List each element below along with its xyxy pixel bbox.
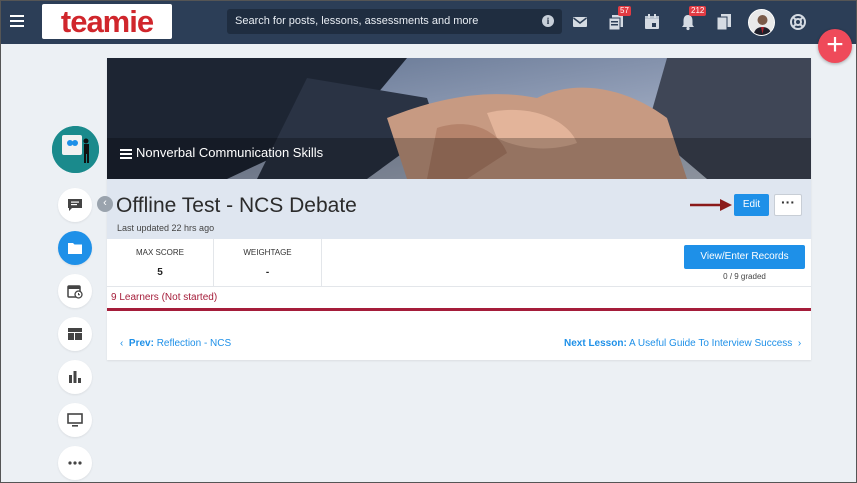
rail-presentation[interactable] — [58, 403, 92, 437]
monitor-icon — [67, 413, 83, 427]
assessment-header: Offline Test - NCS Debate Last updated 2… — [107, 179, 811, 239]
learners-status-text: 9 Learners (Not started) — [111, 292, 218, 303]
handshake-image — [107, 58, 811, 179]
next-lesson-link[interactable]: Next Lesson: A Useful Guide To Interview… — [564, 338, 801, 349]
help-icon[interactable] — [789, 13, 807, 31]
last-updated-text: Last updated 22 hrs ago — [117, 223, 215, 233]
course-banner: Nonverbal Communication Skills — [107, 58, 811, 179]
rail-more[interactable] — [58, 446, 92, 480]
rail-calendar[interactable] — [58, 274, 92, 308]
rail-materials[interactable] — [58, 231, 92, 265]
weightage-value: - — [265, 267, 270, 278]
learners-status-bar[interactable]: 9 Learners (Not started) — [107, 286, 811, 311]
teamie-logo[interactable]: teamie — [42, 4, 172, 39]
max-score-label: MAX SCORE — [135, 248, 184, 257]
rail-dashboard[interactable] — [58, 317, 92, 351]
max-score-stat: MAX SCORE 5 — [107, 239, 214, 286]
search-placeholder: Search for posts, lessons, assessments a… — [235, 15, 479, 27]
course-title-text: Nonverbal Communication Skills — [136, 145, 324, 160]
view-enter-records-button[interactable]: View/Enter Records — [684, 245, 805, 269]
pointer-arrow-icon — [690, 199, 732, 211]
chat-icon — [68, 199, 82, 211]
collapse-sidebar-icon[interactable]: ‹ — [97, 196, 113, 212]
files-icon[interactable] — [715, 13, 733, 31]
next-label: Next Lesson: — [564, 338, 627, 349]
info-icon[interactable]: i — [542, 15, 554, 27]
create-button[interactable]: + — [818, 29, 852, 63]
course-menu-icon[interactable] — [120, 147, 132, 161]
notifications-badge: 212 — [689, 6, 707, 16]
weightage-stat: WEIGHTAGE - — [214, 239, 322, 286]
more-horizontal-icon — [68, 461, 82, 465]
rail-discussions[interactable] — [58, 188, 92, 222]
chevron-left-icon: ‹ — [120, 338, 124, 349]
rail-analytics[interactable] — [58, 360, 92, 394]
mail-icon[interactable] — [571, 13, 589, 31]
prev-label: Prev: — [128, 338, 154, 349]
prev-lesson-title: Reflection - NCS — [156, 338, 232, 349]
search-input[interactable]: Search for posts, lessons, assessments a… — [227, 9, 562, 34]
folder-icon — [68, 243, 82, 254]
chevron-right-icon: › — [797, 338, 802, 349]
edit-button[interactable]: Edit — [734, 194, 769, 216]
top-navigation-bar: teamie Search for posts, lessons, assess… — [0, 0, 857, 44]
next-lesson-title: A Useful Guide To Interview Success — [629, 338, 793, 349]
dashboard-icon — [68, 328, 82, 340]
menu-icon[interactable] — [10, 15, 24, 27]
bar-chart-icon — [69, 371, 81, 383]
course-title[interactable]: Nonverbal Communication Skills — [120, 145, 323, 161]
calendar-clock-icon — [67, 285, 83, 299]
graded-count: 0 / 9 graded — [723, 272, 766, 281]
calendar-icon[interactable] — [643, 13, 661, 31]
more-options-button[interactable]: ··· — [774, 194, 802, 216]
weightage-label: WEIGHTAGE — [243, 248, 292, 257]
max-score-value: 5 — [157, 267, 163, 278]
prev-lesson-link[interactable]: ‹ Prev: Reflection - NCS — [120, 338, 231, 349]
user-avatar[interactable] — [748, 9, 775, 36]
lessons-badge: 57 — [618, 6, 631, 16]
page-title: Offline Test - NCS Debate — [116, 194, 357, 217]
assessment-stats: MAX SCORE 5 WEIGHTAGE - View/Enter Recor… — [107, 239, 811, 286]
assessment-card: Nonverbal Communication Skills Offline T… — [107, 58, 811, 360]
course-avatar[interactable] — [52, 126, 99, 173]
